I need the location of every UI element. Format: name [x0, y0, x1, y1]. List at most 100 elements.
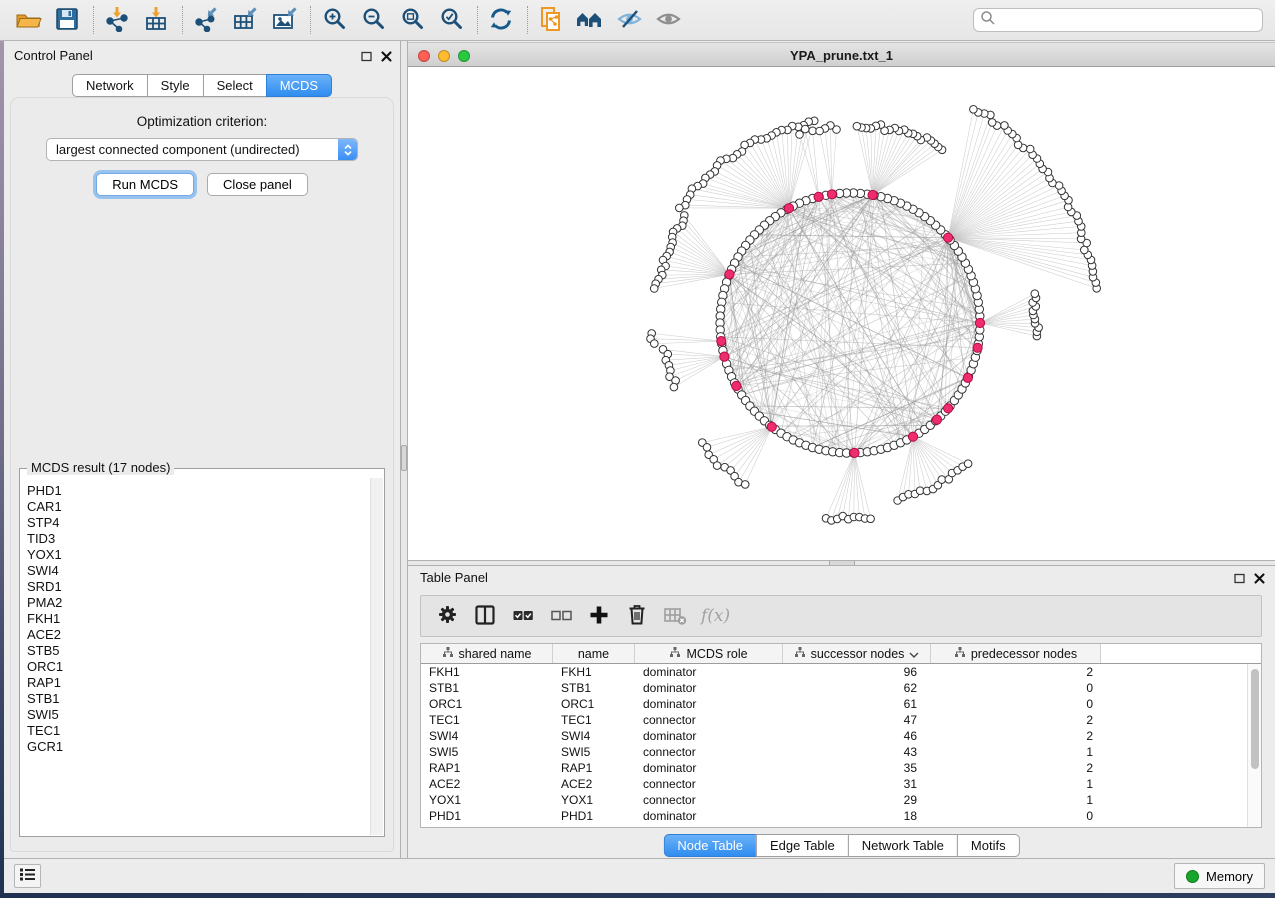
- export-network-button[interactable]: [191, 5, 221, 35]
- list-item[interactable]: STB1: [27, 691, 370, 707]
- table-cell[interactable]: 62: [783, 680, 931, 696]
- graph-hub-node[interactable]: [814, 192, 823, 201]
- graph-hub-node[interactable]: [850, 448, 859, 457]
- table-cell[interactable]: 2: [931, 712, 1101, 728]
- optimization-criterion-select[interactable]: largest connected component (undirected): [46, 138, 358, 161]
- graph-leaf-node[interactable]: [1026, 145, 1034, 153]
- new-network-from-selection-button[interactable]: [536, 5, 566, 35]
- search-input[interactable]: [996, 13, 1256, 28]
- table-cell[interactable]: 2: [931, 760, 1101, 776]
- graph-hub-node[interactable]: [827, 190, 836, 199]
- table-cell[interactable]: 0: [931, 696, 1101, 712]
- mcds-list-scrollbar[interactable]: [370, 478, 383, 835]
- table-cell[interactable]: SWI4: [421, 728, 553, 744]
- table-cell[interactable]: PHD1: [553, 808, 635, 824]
- graph-leaf-node[interactable]: [1001, 122, 1009, 130]
- scrollbar-thumb[interactable]: [1251, 669, 1259, 769]
- table-cell[interactable]: 47: [783, 712, 931, 728]
- apply-layout-button[interactable]: [486, 5, 516, 35]
- create-column-button[interactable]: [583, 601, 615, 631]
- table-cell[interactable]: FKH1: [421, 664, 553, 680]
- table-cell[interactable]: 2: [931, 728, 1101, 744]
- table-cell[interactable]: 1: [931, 792, 1101, 808]
- graph-leaf-node[interactable]: [713, 462, 721, 470]
- graph-leaf-node[interactable]: [816, 127, 824, 135]
- tab-node-table[interactable]: Node Table: [663, 834, 757, 857]
- panel-menu-button[interactable]: [14, 864, 41, 888]
- list-item[interactable]: TEC1: [27, 723, 370, 739]
- graph-leaf-node[interactable]: [651, 340, 659, 348]
- graph-hub-node[interactable]: [717, 337, 726, 346]
- network-window-titlebar[interactable]: YPA_prune.txt_1: [408, 42, 1275, 67]
- table-cell[interactable]: ORC1: [421, 696, 553, 712]
- float-panel-icon[interactable]: [361, 49, 372, 67]
- table-cell[interactable]: 35: [783, 760, 931, 776]
- table-cell[interactable]: ORC1: [553, 696, 635, 712]
- table-row[interactable]: ORC1ORC1dominator610: [421, 696, 1261, 712]
- splitter-grip[interactable]: [401, 445, 407, 471]
- table-cell[interactable]: STB1: [553, 680, 635, 696]
- table-cell[interactable]: SWI5: [553, 744, 635, 760]
- column-header-MCDS-role[interactable]: MCDS role: [635, 644, 783, 663]
- table-row[interactable]: TEC1TEC1connector472: [421, 712, 1261, 728]
- table-cell[interactable]: TEC1: [553, 712, 635, 728]
- list-item[interactable]: YOX1: [27, 547, 370, 563]
- list-item[interactable]: SWI4: [27, 563, 370, 579]
- table-row[interactable]: FKH1FKH1dominator962: [421, 664, 1261, 680]
- vertical-splitter[interactable]: [400, 41, 408, 858]
- list-item[interactable]: RAP1: [27, 675, 370, 691]
- table-scrollbar[interactable]: [1247, 664, 1261, 827]
- hide-selected-button[interactable]: [614, 5, 644, 35]
- list-item[interactable]: FKH1: [27, 611, 370, 627]
- list-item[interactable]: STP4: [27, 515, 370, 531]
- import-network-button[interactable]: [102, 5, 132, 35]
- splitter-grip[interactable]: [829, 561, 855, 565]
- memory-button[interactable]: Memory: [1174, 863, 1265, 889]
- tab-network[interactable]: Network: [72, 74, 148, 97]
- list-item[interactable]: CAR1: [27, 499, 370, 515]
- graph-hub-node[interactable]: [973, 343, 982, 352]
- graph-leaf-node[interactable]: [809, 127, 817, 135]
- tab-mcds[interactable]: MCDS: [266, 74, 332, 97]
- function-builder-button[interactable]: f(x): [697, 606, 730, 626]
- close-panel-icon[interactable]: [381, 49, 392, 67]
- graph-leaf-node[interactable]: [670, 383, 678, 391]
- graph-leaf-node[interactable]: [853, 122, 861, 130]
- table-cell[interactable]: SWI4: [553, 728, 635, 744]
- graph-hub-node[interactable]: [963, 373, 972, 382]
- graph-leaf-node[interactable]: [650, 285, 658, 293]
- table-cell[interactable]: connector: [635, 792, 783, 808]
- graph-leaf-node[interactable]: [938, 476, 946, 484]
- graph-leaf-node[interactable]: [970, 106, 978, 114]
- graph-leaf-node[interactable]: [796, 131, 804, 139]
- table-cell[interactable]: dominator: [635, 664, 783, 680]
- network-canvas[interactable]: [408, 67, 1275, 560]
- column-header-shared-name[interactable]: shared name: [421, 644, 553, 663]
- network-graph[interactable]: [408, 67, 1275, 560]
- deselect-all-rows-button[interactable]: [545, 601, 577, 631]
- list-item[interactable]: ORC1: [27, 659, 370, 675]
- close-panel-button[interactable]: Close panel: [207, 173, 308, 196]
- table-cell[interactable]: connector: [635, 776, 783, 792]
- delete-table-button[interactable]: [659, 601, 691, 631]
- table-row[interactable]: SWI5SWI5connector431: [421, 744, 1261, 760]
- graph-hub-node[interactable]: [720, 352, 729, 361]
- table-cell[interactable]: dominator: [635, 760, 783, 776]
- show-all-button[interactable]: [653, 5, 683, 35]
- list-item[interactable]: PHD1: [27, 483, 370, 499]
- table-cell[interactable]: ACE2: [421, 776, 553, 792]
- graph-hub-node[interactable]: [944, 404, 953, 413]
- graph-hub-node[interactable]: [868, 190, 877, 199]
- save-session-button[interactable]: [52, 5, 82, 35]
- graph-hub-node[interactable]: [908, 432, 917, 441]
- table-cell[interactable]: 29: [783, 792, 931, 808]
- table-row[interactable]: PHD1PHD1dominator180: [421, 808, 1261, 824]
- list-item[interactable]: ACE2: [27, 627, 370, 643]
- graph-hub-node[interactable]: [932, 415, 941, 424]
- table-cell[interactable]: 1: [931, 776, 1101, 792]
- tab-select[interactable]: Select: [203, 74, 267, 97]
- table-cell[interactable]: connector: [635, 712, 783, 728]
- run-mcds-button[interactable]: Run MCDS: [96, 173, 194, 196]
- zoom-in-button[interactable]: [319, 5, 349, 35]
- graph-hub-node[interactable]: [975, 318, 984, 327]
